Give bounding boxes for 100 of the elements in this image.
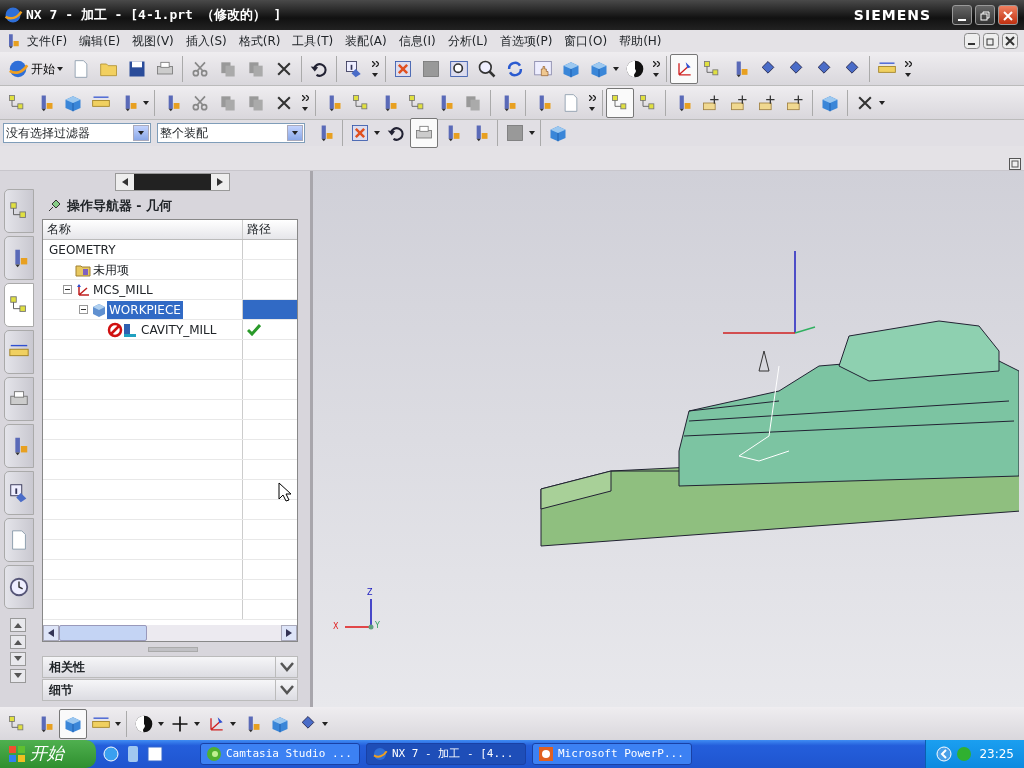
- close-button[interactable]: [998, 5, 1018, 25]
- left-arrow-icon[interactable]: [122, 178, 128, 186]
- menu-item[interactable]: 编辑(E): [73, 32, 127, 50]
- left-arrow-icon[interactable]: [48, 629, 54, 637]
- menu-item[interactable]: 分析(L): [441, 32, 494, 50]
- media-icon[interactable]: [126, 745, 140, 763]
- tree-item[interactable]: GEOMETRY: [47, 240, 118, 259]
- menu-item[interactable]: 首选项(P): [493, 32, 559, 50]
- caret-icon: [143, 100, 149, 105]
- table-row[interactable]: GEOMETRY: [43, 240, 297, 260]
- mouse-pointer-icon: [278, 482, 292, 502]
- filter-dropdown[interactable]: 没有选择过滤器: [3, 123, 151, 143]
- tree-item[interactable]: CAVITY_MILL: [139, 320, 219, 339]
- scroll-button[interactable]: [10, 618, 26, 632]
- view-mode-icon: [505, 123, 525, 143]
- minimize-button[interactable]: [952, 5, 972, 25]
- app-icon: [538, 746, 554, 762]
- scrollbar[interactable]: [43, 625, 297, 641]
- tree-item[interactable]: WORKPIECE: [107, 300, 183, 319]
- menu-item[interactable]: 窗口(O): [558, 32, 614, 50]
- brand-logo: SIEMENS: [853, 5, 931, 25]
- restore-icon: [980, 10, 990, 21]
- menu-item[interactable]: 插入(S): [179, 32, 233, 50]
- windows-logo-icon: [8, 745, 26, 763]
- zoom-window-icon: [449, 58, 469, 79]
- rotate-icon: [505, 58, 525, 79]
- axis-label: X: [333, 623, 339, 631]
- section-header[interactable]: 细节: [42, 679, 298, 701]
- minimize-icon[interactable]: [964, 33, 980, 49]
- app-icon: [206, 746, 222, 762]
- restore-button[interactable]: [975, 5, 995, 25]
- overflow-icon: [301, 94, 309, 101]
- menu-item[interactable]: 格式(R): [232, 32, 287, 50]
- close-icon: [1003, 10, 1013, 21]
- right-arrow-icon[interactable]: [217, 178, 223, 186]
- caret-icon: [589, 106, 595, 111]
- fit-view-icon: [393, 58, 413, 79]
- section-header[interactable]: 相关性: [42, 656, 298, 678]
- column-header[interactable]: 路径: [243, 220, 297, 239]
- menu-item[interactable]: 工具(T): [286, 32, 340, 50]
- operation-status-icon: [107, 321, 139, 338]
- right-arrow-icon[interactable]: [286, 629, 292, 637]
- zoom-icon: [477, 58, 497, 79]
- resource-tab[interactable]: [4, 565, 34, 609]
- scrollbar[interactable]: [115, 173, 230, 191]
- menu-item[interactable]: 帮助(H): [613, 32, 668, 50]
- taskbar-button[interactable]: Microsoft PowerP...: [532, 743, 692, 765]
- filter-dropdown[interactable]: 整个装配: [157, 123, 305, 143]
- overflow-icon: [371, 60, 379, 67]
- expand-icon[interactable]: [279, 685, 294, 695]
- collapse-icon[interactable]: [63, 285, 72, 294]
- caret-icon: [529, 131, 535, 135]
- start-menu-button[interactable]: 开始: [3, 53, 67, 84]
- scroll-button[interactable]: [10, 652, 26, 666]
- column-header[interactable]: 名称: [43, 220, 243, 239]
- up-arrow-icon: [14, 622, 22, 628]
- globe-icon: [372, 746, 388, 762]
- close-icon[interactable]: [1002, 33, 1018, 49]
- menu-item[interactable]: 文件(F): [21, 32, 74, 50]
- caret-icon: [374, 131, 380, 135]
- caret-icon: [372, 72, 378, 77]
- caret-icon: [613, 66, 619, 71]
- resource-tab[interactable]: [4, 236, 34, 280]
- scroll-button[interactable]: [10, 635, 26, 649]
- tree-item[interactable]: MCS_MILL: [91, 280, 155, 299]
- window-title: NX 7 - 加工 - [4-1.prt （修改的） ]: [26, 6, 283, 25]
- taskbar-button[interactable]: Camtasia Studio ...: [200, 743, 360, 765]
- panel-title: 操作导航器 - 几何: [67, 196, 172, 215]
- overflow-icon: [652, 60, 660, 67]
- table-row[interactable]: 未用项: [43, 260, 297, 280]
- scroll-button[interactable]: [10, 669, 26, 683]
- sphere-icon: [134, 713, 154, 734]
- menu-item[interactable]: 装配(A): [339, 32, 393, 50]
- caret-icon: [230, 721, 236, 726]
- caret-icon: [194, 721, 200, 726]
- fit-view-icon: [350, 123, 370, 143]
- down-arrow-icon: [14, 673, 22, 679]
- axis-label: Y: [375, 622, 380, 630]
- resource-tab[interactable]: [4, 424, 34, 468]
- taskbar-button[interactable]: NX 7 - 加工 - [4...: [366, 743, 526, 765]
- resource-tab[interactable]: [4, 471, 34, 515]
- maximize-view-icon[interactable]: [1009, 158, 1021, 170]
- expand-icon[interactable]: [279, 662, 294, 672]
- tree-item[interactable]: 未用项: [91, 260, 131, 279]
- folder-icon: [75, 262, 91, 277]
- browser-icon[interactable]: [102, 745, 120, 763]
- table-row[interactable]: WORKPIECE: [43, 300, 297, 320]
- table-row[interactable]: CAVITY_MILL: [43, 320, 297, 340]
- clock-icon: [8, 576, 30, 598]
- menu-item[interactable]: 视图(V): [126, 32, 180, 50]
- caret-icon: [905, 72, 911, 77]
- pin-icon[interactable]: [47, 199, 61, 213]
- resource-tab[interactable]: [4, 377, 34, 421]
- sphere-icon: [625, 58, 645, 79]
- chevron-left-icon[interactable]: [936, 746, 953, 762]
- document-icon[interactable]: [146, 745, 164, 763]
- collapse-icon[interactable]: [79, 305, 88, 314]
- overflow-icon: [588, 94, 596, 101]
- menu-item[interactable]: 信息(I): [392, 32, 442, 50]
- resource-tab[interactable]: [4, 283, 34, 327]
